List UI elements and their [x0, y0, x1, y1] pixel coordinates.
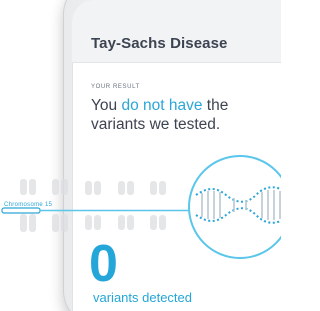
chromosome-shape — [127, 181, 134, 195]
chromosome-shape — [94, 181, 101, 195]
chromosome-shape — [118, 215, 125, 230]
chromosome-shape — [118, 181, 125, 195]
page-title: Tay-Sachs Disease — [91, 35, 228, 52]
chromosome-shape — [150, 215, 157, 230]
chromosome-shape — [159, 181, 166, 195]
chromosome-shape — [52, 179, 59, 195]
result-prefix: You — [91, 97, 122, 114]
chromosome-shape — [61, 214, 68, 232]
chromosome-shape — [20, 179, 27, 195]
dna-rungs — [201, 190, 281, 220]
stage: Tay-Sachs Disease YOUR RESULT You do not… — [0, 0, 281, 311]
chromosome-shape — [85, 215, 92, 230]
chromosome-shape — [94, 215, 101, 230]
chromosome-shape — [20, 214, 27, 232]
chromosome-shape — [29, 179, 36, 195]
chromosome-label: Chromosome 15 — [4, 202, 53, 208]
chromosome-15-highlight — [1, 207, 41, 214]
chromosome-shape — [127, 215, 134, 230]
chromosome-shape — [29, 214, 36, 232]
screen-header: Tay-Sachs Disease — [72, 0, 281, 63]
result-highlight: do not have — [121, 97, 203, 114]
variant-count: 0 — [89, 235, 118, 293]
result-statement: You do not have the variants we tested. — [91, 96, 271, 134]
result-label: YOUR RESULT — [91, 84, 140, 90]
dna-helix — [195, 186, 281, 224]
variant-count-label: variants detected — [93, 290, 193, 305]
dna-icon — [195, 186, 281, 224]
chromosome-shape — [61, 179, 68, 195]
chromosome-shape — [52, 214, 59, 232]
chromosome-shape — [85, 181, 92, 195]
chromosome-shape — [159, 215, 166, 230]
magnifier — [188, 155, 281, 259]
chromosome-shape — [150, 181, 157, 195]
